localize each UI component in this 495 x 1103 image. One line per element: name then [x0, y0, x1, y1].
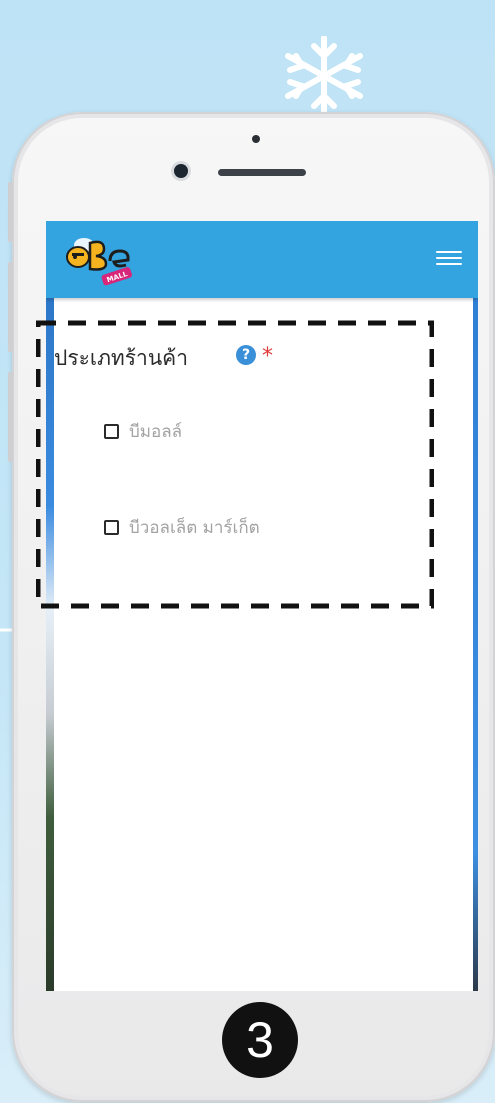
- checkbox-label: บีมอลล์: [129, 422, 183, 442]
- svg-text:MALL: MALL: [106, 270, 129, 284]
- field-label-shop-type: ประเภทร้านค้า: [54, 346, 189, 370]
- required-marker: *: [262, 344, 273, 369]
- bemall-logo[interactable]: MALL: [66, 229, 136, 287]
- checkbox-label: บีวอลเล็ต มาร์เก็ต: [129, 518, 260, 538]
- checkbox-option-bewallet-market[interactable]: บีวอลเล็ต มาร์เก็ต: [104, 514, 260, 541]
- proximity-sensor: [252, 135, 260, 143]
- question-circle-icon[interactable]: ?: [236, 345, 256, 365]
- checkbox-option-bemall[interactable]: บีมอลล์: [104, 418, 182, 445]
- app-header: MALL: [46, 221, 478, 298]
- hamburger-icon[interactable]: [436, 247, 462, 269]
- step-number-badge: 3: [222, 1002, 298, 1078]
- front-camera: [174, 164, 188, 178]
- snowflake-icon: [285, 36, 363, 116]
- phone-volume-up-button: [8, 262, 13, 352]
- checkbox[interactable]: [104, 520, 119, 535]
- checkbox[interactable]: [104, 424, 119, 439]
- earpiece-speaker: [218, 169, 306, 176]
- phone-volume-down-button: [8, 372, 13, 462]
- phone-side-button: [8, 182, 13, 242]
- background-strip-right: [473, 298, 478, 991]
